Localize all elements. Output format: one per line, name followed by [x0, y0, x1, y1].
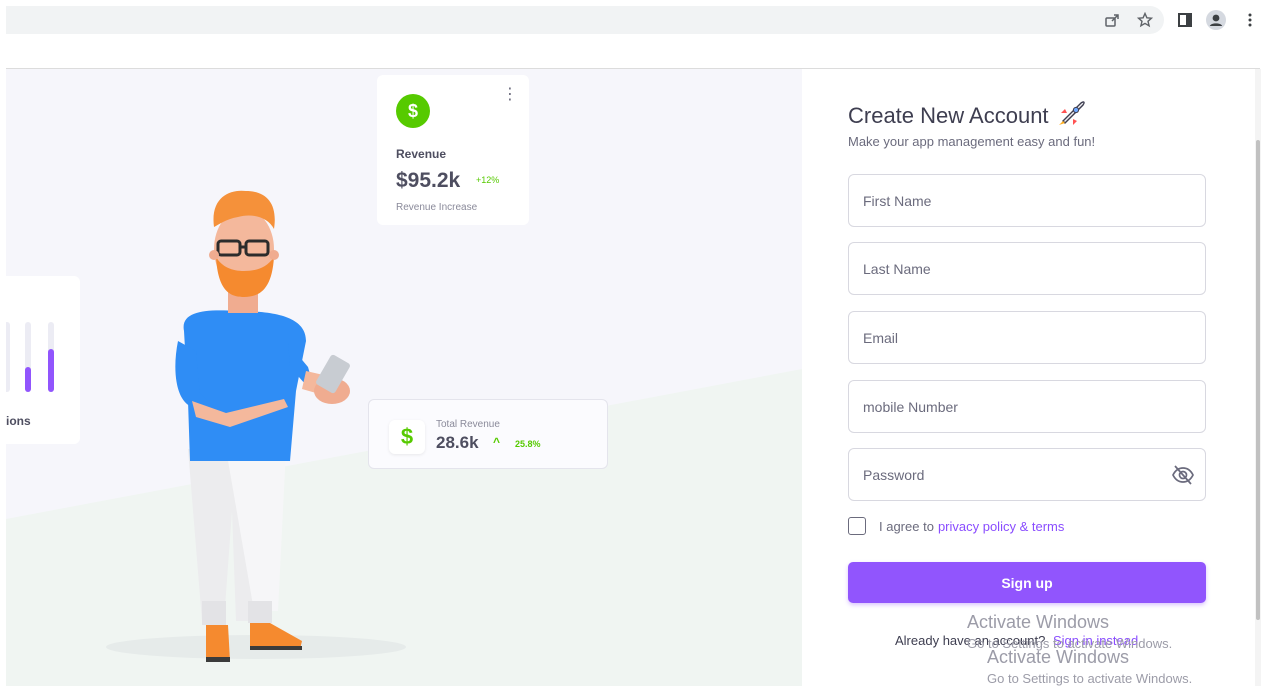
- side-panel-icon[interactable]: [1175, 10, 1195, 30]
- eye-off-icon[interactable]: [1171, 464, 1195, 486]
- browser-toolbar: [0, 0, 1264, 40]
- email-field: [848, 311, 1206, 364]
- form-title-text: Create New Account: [848, 103, 1049, 128]
- last-name-input[interactable]: [849, 243, 1205, 294]
- bar-track: [48, 322, 54, 392]
- bar-fill: [25, 367, 31, 392]
- trend-up-icon: ^: [493, 435, 501, 449]
- card-menu-icon[interactable]: ⋮: [502, 87, 518, 103]
- rocket-icon: [1057, 99, 1087, 133]
- character-illustration: [175, 190, 350, 662]
- total-revenue-label: Total Revenue: [436, 419, 500, 430]
- share-icon[interactable]: [1102, 10, 1122, 30]
- total-revenue-change: 25.8%: [515, 439, 541, 449]
- bar-track: [6, 322, 10, 392]
- first-name-field: [848, 174, 1206, 227]
- revenue-value: $95.2k: [396, 169, 461, 192]
- terms-checkbox[interactable]: [848, 517, 866, 535]
- watermark-subtitle: Go to Settings to activate Windows.: [987, 671, 1193, 686]
- bar-fill: [48, 349, 54, 392]
- menu-kebab-icon[interactable]: [1240, 10, 1260, 30]
- mobile-field: [848, 380, 1206, 433]
- dollar-icon: $: [389, 420, 425, 454]
- star-icon[interactable]: [1135, 10, 1155, 30]
- password-input[interactable]: [849, 449, 1205, 500]
- total-revenue-card: $ Total Revenue 28.6k ^ 25.8%: [368, 399, 608, 469]
- revenue-card: $ ⋮ Revenue $95.2k +12% Revenue Increase: [377, 75, 529, 225]
- bar-track: [25, 322, 31, 392]
- terms-row: I agree to privacy policy & terms: [848, 517, 1064, 535]
- address-bar[interactable]: [6, 6, 1164, 34]
- last-name-field: [848, 242, 1206, 295]
- revenue-label: Revenue: [396, 147, 447, 161]
- transactions-label: ions: [6, 414, 31, 428]
- revenue-change: +12%: [476, 175, 500, 185]
- dollar-icon: $: [396, 94, 430, 128]
- signup-form-panel: Create New Account Make your app managem…: [802, 69, 1258, 686]
- profile-icon[interactable]: [1206, 10, 1226, 30]
- total-revenue-value: 28.6k: [436, 433, 479, 452]
- watermark-title: Activate Windows: [987, 647, 1130, 667]
- password-field: [848, 448, 1206, 501]
- first-name-input[interactable]: [849, 175, 1205, 226]
- revenue-subtitle: Revenue Increase: [396, 202, 478, 213]
- privacy-terms-link[interactable]: privacy policy & terms: [938, 519, 1064, 534]
- illustration-panel: $ ⋮ Revenue $95.2k +12% Revenue Increase…: [6, 69, 802, 686]
- watermark-title: Activate Windows: [967, 612, 1110, 632]
- scrollbar-thumb[interactable]: [1256, 140, 1260, 620]
- mobile-input[interactable]: [849, 381, 1205, 432]
- terms-text: I agree to: [879, 518, 934, 534]
- form-title: Create New Account: [848, 99, 1087, 133]
- form-subtitle: Make your app management easy and fun!: [848, 134, 1096, 149]
- signup-button[interactable]: Sign up: [848, 562, 1206, 603]
- transactions-card: ions: [6, 276, 80, 444]
- email-input[interactable]: [849, 312, 1205, 363]
